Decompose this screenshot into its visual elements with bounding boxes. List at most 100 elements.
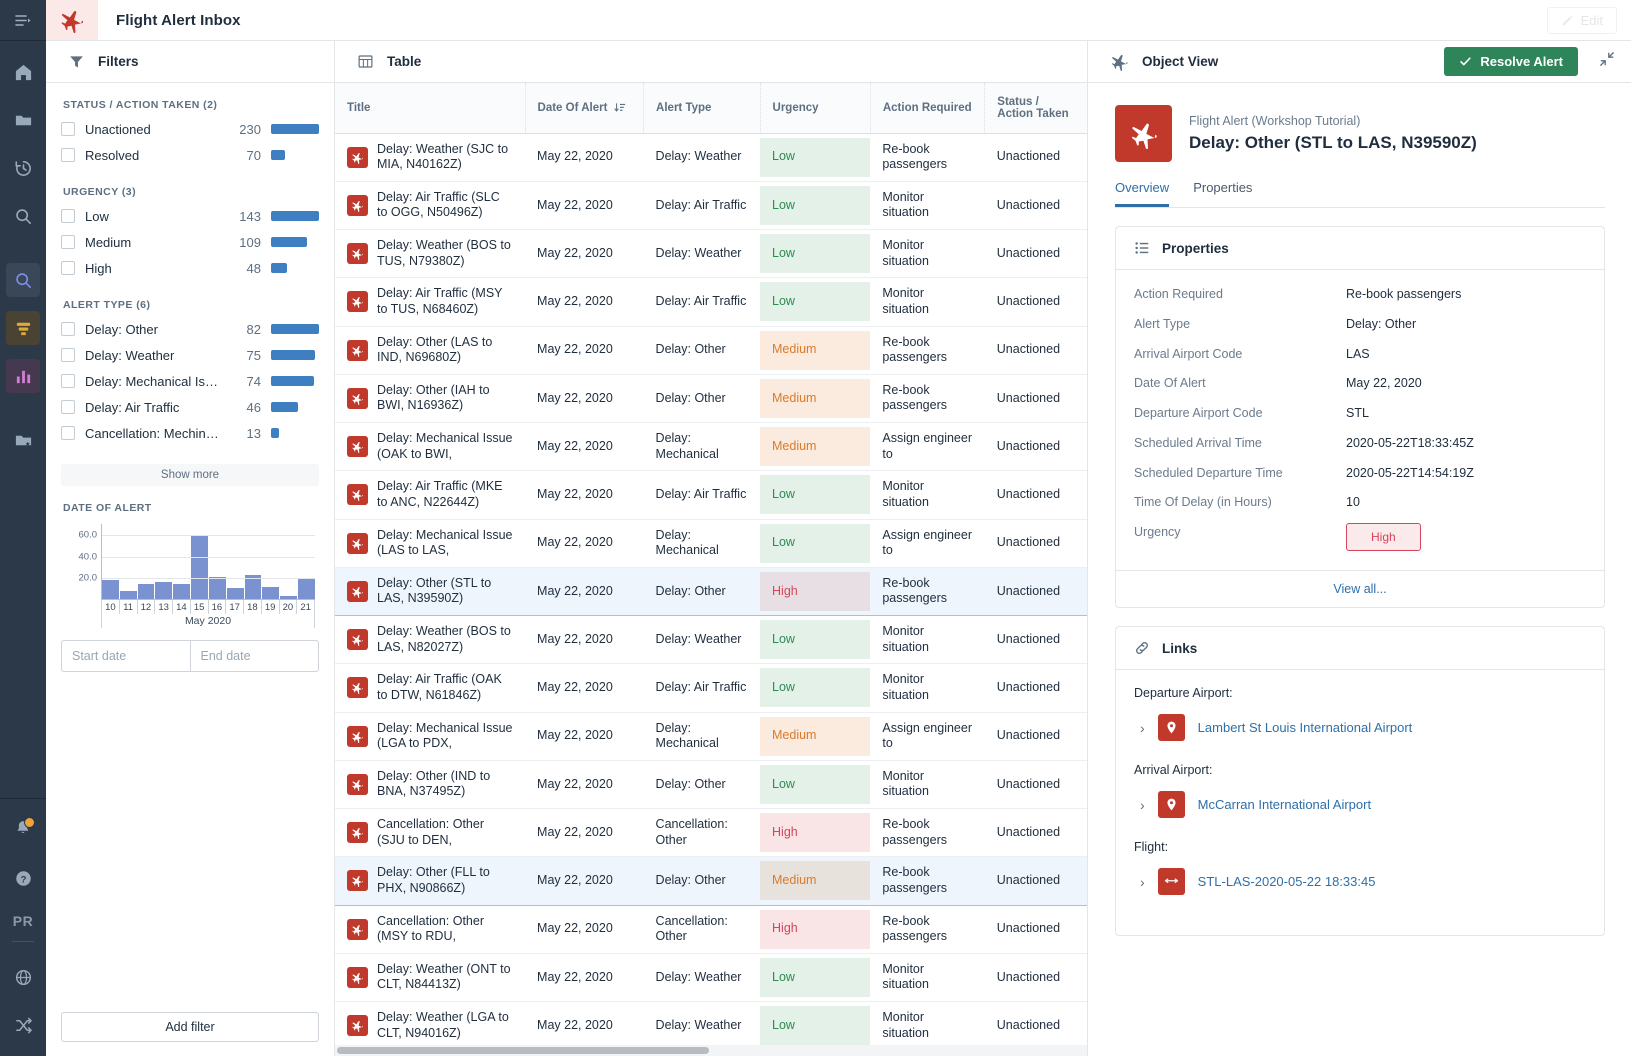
table-row[interactable]: Delay: Weather (LGA to CLT, N94016Z) May … [335, 1001, 1087, 1051]
resolve-alert-button[interactable]: Resolve Alert [1444, 47, 1578, 76]
filter-checkbox[interactable] [61, 426, 75, 440]
tab-properties[interactable]: Properties [1193, 180, 1252, 207]
sidebar-item-filters[interactable] [6, 311, 40, 345]
filter-option[interactable]: Resolved 70 [61, 142, 319, 168]
cell-date-of-alert: May 22, 2020 [525, 905, 644, 954]
table-row[interactable]: Delay: Air Traffic (OAK to DTW, N61846Z)… [335, 663, 1087, 713]
column-header[interactable]: Urgency [760, 83, 871, 134]
edit-button[interactable]: Edit [1546, 6, 1617, 34]
filter-checkbox[interactable] [61, 322, 75, 336]
show-more-button[interactable]: Show more [61, 464, 319, 486]
chevron-right-icon[interactable]: › [1134, 720, 1145, 736]
notifications-button[interactable] [6, 813, 40, 847]
histogram-bar[interactable] [298, 578, 315, 600]
column-header[interactable]: Title [335, 83, 526, 134]
link-object-label[interactable]: Lambert St Louis International Airport [1198, 720, 1413, 735]
sidebar-item-object-explorer[interactable] [6, 263, 40, 297]
filter-checkbox[interactable] [61, 148, 75, 162]
filter-checkbox[interactable] [61, 400, 75, 414]
table-row[interactable]: Delay: Other (STL to LAS, N39590Z) May 22… [335, 566, 1087, 617]
sidebar-item-home[interactable] [6, 55, 40, 89]
table-row[interactable]: Delay: Other (IAH to BWI, N16936Z) May 22… [335, 374, 1087, 424]
property-key: Arrival Airport Code [1134, 346, 1243, 361]
link-row[interactable]: › Lambert St Louis International Airport [1134, 714, 1586, 741]
sidebar-item-folder[interactable] [6, 103, 40, 137]
property-value: Re-book passengers [1346, 287, 1462, 301]
filter-checkbox[interactable] [61, 122, 75, 136]
filter-option[interactable]: Delay: Weather 75 [61, 342, 319, 368]
table-row[interactable]: Delay: Weather (BOS to TUS, N79380Z) May … [335, 229, 1087, 279]
collapse-menu-button[interactable] [0, 0, 46, 41]
filter-option[interactable]: Cancellation: Mechincal I... 13 [61, 420, 319, 446]
shuffle-button[interactable] [6, 1008, 40, 1042]
histogram-bar[interactable] [102, 580, 119, 600]
filter-option[interactable]: Delay: Air Traffic 46 [61, 394, 319, 420]
cell-title-text: Delay: Weather (BOS to LAS, N82027Z) [377, 624, 511, 654]
cell-status-action-taken: Unactioned [984, 615, 1087, 665]
table-row[interactable]: Delay: Weather (SJC to MIA, N40162Z) May … [335, 133, 1087, 182]
horizontal-scrollbar-thumb[interactable] [337, 1047, 709, 1054]
filter-checkbox[interactable] [61, 348, 75, 362]
sidebar-item-history[interactable] [6, 151, 40, 185]
filter-option[interactable]: Delay: Other 82 [61, 316, 319, 342]
histogram-bar[interactable] [208, 577, 226, 600]
histogram-bar[interactable] [155, 581, 173, 600]
urgency-badge: Medium [760, 716, 871, 756]
link-row[interactable]: › McCarran International Airport [1134, 791, 1586, 818]
sidebar-item-saved-folder[interactable] [6, 423, 40, 457]
filter-option[interactable]: Low 143 [61, 203, 319, 229]
table-row[interactable]: Delay: Other (IND to BNA, N37495Z) May 22… [335, 760, 1087, 810]
table-row[interactable]: Delay: Air Traffic (MSY to TUS, N68460Z)… [335, 277, 1087, 327]
link-row[interactable]: › STL-LAS-2020-05-22 18:33:45 [1134, 868, 1586, 895]
table-row[interactable]: Delay: Mechanical Issue (LAS to LAS, May … [335, 519, 1087, 568]
filter-option[interactable]: Delay: Mechanical Issue 74 [61, 368, 319, 394]
table-row[interactable]: Cancellation: Other (MSY to RDU, May 22, … [335, 905, 1087, 954]
column-header[interactable]: Action Required [870, 83, 986, 134]
add-filter-button[interactable]: Add filter [61, 1012, 319, 1042]
table-row[interactable]: Delay: Other (LAS to IND, N69680Z) May 22… [335, 326, 1087, 375]
tab-overview[interactable]: Overview [1115, 180, 1170, 207]
end-date-input[interactable]: End date [189, 641, 319, 671]
column-header[interactable]: Status / Action Taken [984, 83, 1087, 134]
chevron-right-icon[interactable]: › [1134, 797, 1145, 813]
language-button[interactable] [6, 960, 40, 994]
filter-option[interactable]: Medium 109 [61, 229, 319, 255]
table-row[interactable]: Delay: Weather (BOS to LAS, N82027Z) May … [335, 615, 1087, 665]
filter-checkbox[interactable] [61, 261, 75, 275]
column-header[interactable]: Date Of Alert [525, 83, 645, 134]
table-scroll-region[interactable]: Title Date Of Alert Alert Type Urgency Actio… [335, 83, 1087, 1056]
filter-option[interactable]: High 48 [61, 255, 319, 281]
sidebar-item-search[interactable] [6, 199, 40, 233]
table-row[interactable]: Delay: Air Traffic (MKE to ANC, N22644Z)… [335, 470, 1087, 520]
date-of-alert-histogram[interactable]: 20.0 40.0 60.0 10 11 12 13 14 15 16 17 18 19 20 21 Ma… [63, 520, 319, 628]
link-object-label[interactable]: McCarran International Airport [1198, 797, 1371, 812]
filter-group: STATUS / ACTION TAKEN (2) Unactioned 230 Re… [61, 99, 319, 168]
view-all-properties-link[interactable]: View all... [1116, 570, 1604, 607]
user-avatar-initials[interactable]: PR [13, 913, 33, 929]
filter-checkbox[interactable] [61, 235, 75, 249]
cell-alert-type: Delay: Air Traffic [643, 663, 761, 713]
table-row[interactable]: Delay: Mechanical Issue (LGA to PDX, May … [335, 712, 1087, 761]
column-header[interactable]: Alert Type [643, 83, 761, 134]
cell-date-of-alert: May 22, 2020 [525, 374, 644, 424]
table-row[interactable]: Delay: Mechanical Issue (OAK to BWI, May … [335, 422, 1087, 472]
table-row[interactable]: Delay: Other (FLL to PHX, N90866Z) May 22… [335, 856, 1087, 906]
horizontal-scrollbar[interactable] [335, 1045, 1087, 1056]
help-button[interactable]: ? [6, 861, 40, 895]
filter-checkbox[interactable] [61, 374, 75, 388]
histogram-bar[interactable] [173, 583, 191, 600]
table-row[interactable]: Delay: Air Traffic (SLC to OGG, N50496Z)… [335, 181, 1087, 231]
histogram-bar[interactable] [137, 583, 155, 600]
filter-checkbox[interactable] [61, 209, 75, 223]
link-object-label[interactable]: STL-LAS-2020-05-22 18:33:45 [1198, 874, 1376, 889]
sidebar-item-charts[interactable] [6, 359, 40, 393]
object-view-body: Flight Alert (Workshop Tutorial) Delay: … [1088, 83, 1631, 1056]
filter-option[interactable]: Unactioned 230 [61, 116, 319, 142]
histogram-bar[interactable] [191, 535, 208, 600]
collapse-panel-button[interactable] [1591, 51, 1615, 72]
start-date-input[interactable]: Start date [62, 641, 190, 671]
sort-desc-icon[interactable] [614, 102, 626, 114]
chevron-right-icon[interactable]: › [1134, 874, 1145, 890]
table-row[interactable]: Delay: Weather (ONT to CLT, N84413Z) May … [335, 953, 1087, 1003]
table-row[interactable]: Cancellation: Other (SJU to DEN, May 22, … [335, 808, 1087, 858]
